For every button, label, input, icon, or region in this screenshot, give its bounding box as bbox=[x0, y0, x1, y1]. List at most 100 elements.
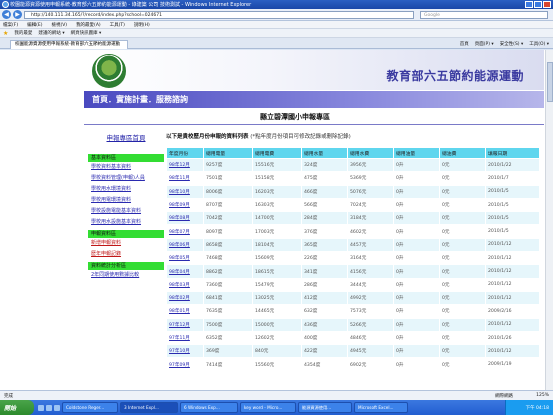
table-cell: 7635度 bbox=[203, 304, 253, 319]
menu-favorites[interactable]: 我的最愛(A) bbox=[76, 22, 101, 28]
table-row: 97年10月 369度 840元 422度 4945元 0升 0元 2010/1/12 bbox=[166, 344, 540, 359]
table-cell: 376度 bbox=[301, 224, 348, 239]
sidebar-item-power-env[interactable]: 學校用電環境資料 bbox=[88, 195, 164, 206]
menu-view[interactable]: 檢視(V) bbox=[51, 22, 67, 28]
table-cell: 2010/1/12 bbox=[485, 251, 540, 266]
menu-help[interactable]: 說明(H) bbox=[134, 22, 150, 28]
sidebar-item-school-basic[interactable]: 學校資料基本資料 bbox=[88, 162, 164, 173]
month-link[interactable]: 98年11月 bbox=[166, 171, 204, 186]
favorites-label[interactable]: 我的最愛 bbox=[14, 30, 32, 36]
favorites-item-suggested[interactable]: 建議的網站 ▾ bbox=[38, 30, 64, 36]
sidebar-item-power-facility[interactable]: 學校設施電能基本資料 bbox=[88, 206, 164, 217]
table-cell: 2010/1/5 bbox=[485, 197, 540, 213]
month-link[interactable]: 98年04月 bbox=[166, 264, 204, 279]
address-bar[interactable]: http://140.111.34.165/?/record/index.php… bbox=[24, 11, 414, 19]
table-cell: 475度 bbox=[301, 171, 348, 186]
month-link[interactable]: 98年03月 bbox=[166, 277, 204, 292]
table-row: 98年09月 8707度 16303元 566度 7024元 0升 0元 2010/1/5 bbox=[166, 197, 540, 213]
table-cell: 0元 bbox=[439, 224, 486, 239]
quick-launch-icon[interactable] bbox=[38, 404, 44, 411]
table-cell: 0元 bbox=[439, 171, 486, 186]
sidebar-item-water-facility[interactable]: 學校用水設施基本資料 bbox=[88, 217, 164, 228]
month-link[interactable]: 98年10月 bbox=[166, 184, 204, 199]
sidebar-item-new-report[interactable]: 新增申報資料 bbox=[88, 238, 164, 249]
favorites-star-icon[interactable]: ★ bbox=[3, 30, 8, 37]
start-button[interactable]: 開始 bbox=[0, 400, 34, 415]
table-cell: 6902元 bbox=[347, 357, 394, 372]
zoom-level[interactable]: 125% bbox=[536, 393, 549, 398]
table-cell: 7360度 bbox=[203, 277, 253, 292]
month-link[interactable]: 98年06月 bbox=[166, 237, 204, 253]
table-row: 97年11月 6352度 12602元 400度 4846元 0升 0元 2010/1/26 bbox=[166, 330, 540, 346]
table-row: 98年05月 7468度 15609元 226度 3164元 0升 0元 2010/1/12 bbox=[166, 251, 540, 266]
month-link[interactable]: 97年11月 bbox=[166, 330, 204, 346]
sidebar-item-compare[interactable]: 2年同期使用數據比較 bbox=[88, 270, 164, 281]
table-row: 98年11月 7501度 15158元 475度 5369元 0升 0元 2010/1/7 bbox=[166, 171, 540, 186]
month-link[interactable]: 98年02月 bbox=[166, 290, 204, 306]
table-row: 98年10月 8006度 16203元 466度 5076元 0升 0元 2010/1/5 bbox=[166, 184, 540, 199]
table-cell: 9257度 bbox=[203, 157, 253, 173]
table-cell: 8862度 bbox=[203, 264, 253, 279]
minimize-button[interactable] bbox=[525, 1, 533, 8]
tools-menu-button[interactable]: 工具(O) ▾ bbox=[529, 41, 549, 47]
table-cell: 7468度 bbox=[203, 251, 253, 266]
taskbar-item[interactable]: 3 Internet Expl... bbox=[120, 402, 178, 413]
menu-tools[interactable]: 工具(T) bbox=[110, 22, 125, 28]
table-cell: 17003元 bbox=[252, 224, 302, 239]
column-header: 年度月份 bbox=[166, 147, 204, 159]
month-link[interactable]: 98年01月 bbox=[166, 304, 204, 319]
table-cell: 16303元 bbox=[252, 197, 302, 213]
table-cell: 14700元 bbox=[252, 211, 302, 226]
month-link[interactable]: 98年07月 bbox=[166, 224, 204, 239]
month-link[interactable]: 97年12月 bbox=[166, 317, 204, 332]
taskbar-item[interactable]: 能源資源使用... bbox=[298, 402, 352, 413]
close-button[interactable] bbox=[543, 1, 551, 8]
maximize-button[interactable] bbox=[534, 1, 542, 8]
report-list-title: 以下是貴校歷月份申報的資料列表 bbox=[166, 134, 249, 140]
table-cell: 6352度 bbox=[203, 330, 253, 346]
table-cell: 7024元 bbox=[347, 197, 394, 213]
month-link[interactable]: 97年09月 bbox=[166, 357, 204, 372]
table-cell: 2010/1/22 bbox=[485, 157, 540, 173]
menu-file[interactable]: 檔案(F) bbox=[3, 22, 18, 28]
sidebar-home-link[interactable]: 申報專區首頁 bbox=[88, 132, 164, 142]
table-cell: 15516元 bbox=[252, 157, 302, 173]
sidebar-item-school-staff[interactable]: 學校資料管理(申報)人員 bbox=[88, 173, 164, 184]
tab-current-page[interactable]: 校園能源資源使用申報系統-教育部六五節約能源運動 bbox=[10, 40, 128, 49]
table-cell: 0升 bbox=[393, 211, 440, 226]
search-input[interactable]: Google bbox=[420, 11, 548, 19]
divider bbox=[84, 124, 544, 125]
taskbar-item[interactable]: Coldstone Reger... bbox=[62, 402, 118, 413]
favorites-item-webslice[interactable]: 網頁快訊圖庫 ▾ bbox=[71, 30, 102, 36]
quick-launch-icon[interactable] bbox=[54, 404, 60, 411]
table-cell: 0升 bbox=[393, 330, 440, 346]
month-link[interactable]: 98年12月 bbox=[166, 157, 204, 173]
sidebar-item-water-env[interactable]: 學校用水環境資料 bbox=[88, 184, 164, 195]
back-icon[interactable]: ◀ bbox=[2, 10, 11, 19]
sidebar-item-report-history[interactable]: 歷年申報記錄 bbox=[88, 249, 164, 260]
taskbar-item[interactable]: key word - Micro... bbox=[240, 402, 296, 413]
menu-edit[interactable]: 編輯(E) bbox=[27, 22, 42, 28]
table-cell: 286度 bbox=[301, 277, 348, 292]
table-cell: 15158元 bbox=[252, 171, 302, 186]
taskbar-item[interactable]: 6 Windows Exp... bbox=[180, 402, 238, 413]
home-button[interactable]: 首頁 bbox=[460, 41, 469, 47]
quick-launch-icon[interactable] bbox=[46, 404, 52, 411]
scrollbar-thumb[interactable] bbox=[547, 62, 553, 102]
table-cell: 4846元 bbox=[347, 330, 394, 346]
school-header: 縣立碧潭國小申報專區 bbox=[84, 108, 544, 124]
month-link[interactable]: 97年10月 bbox=[166, 344, 204, 359]
table-cell: 8707度 bbox=[203, 197, 253, 213]
taskbar-item[interactable]: Microsoft Excel... bbox=[354, 402, 408, 413]
vertical-scrollbar[interactable] bbox=[545, 50, 553, 390]
month-link[interactable]: 98年05月 bbox=[166, 251, 204, 266]
table-cell: 6841度 bbox=[203, 290, 253, 306]
table-cell: 324度 bbox=[301, 157, 348, 173]
safety-menu-button[interactable]: 安全性(S) ▾ bbox=[500, 41, 524, 47]
site-nav[interactable]: 首頁．實施計畫．服務諮詢 bbox=[84, 91, 544, 108]
table-cell: 0元 bbox=[439, 317, 486, 332]
month-link[interactable]: 98年08月 bbox=[166, 211, 204, 226]
forward-icon[interactable]: ▶ bbox=[13, 10, 22, 19]
page-menu-button[interactable]: 頁面(P) ▾ bbox=[475, 41, 494, 47]
month-link[interactable]: 98年09月 bbox=[166, 197, 204, 213]
